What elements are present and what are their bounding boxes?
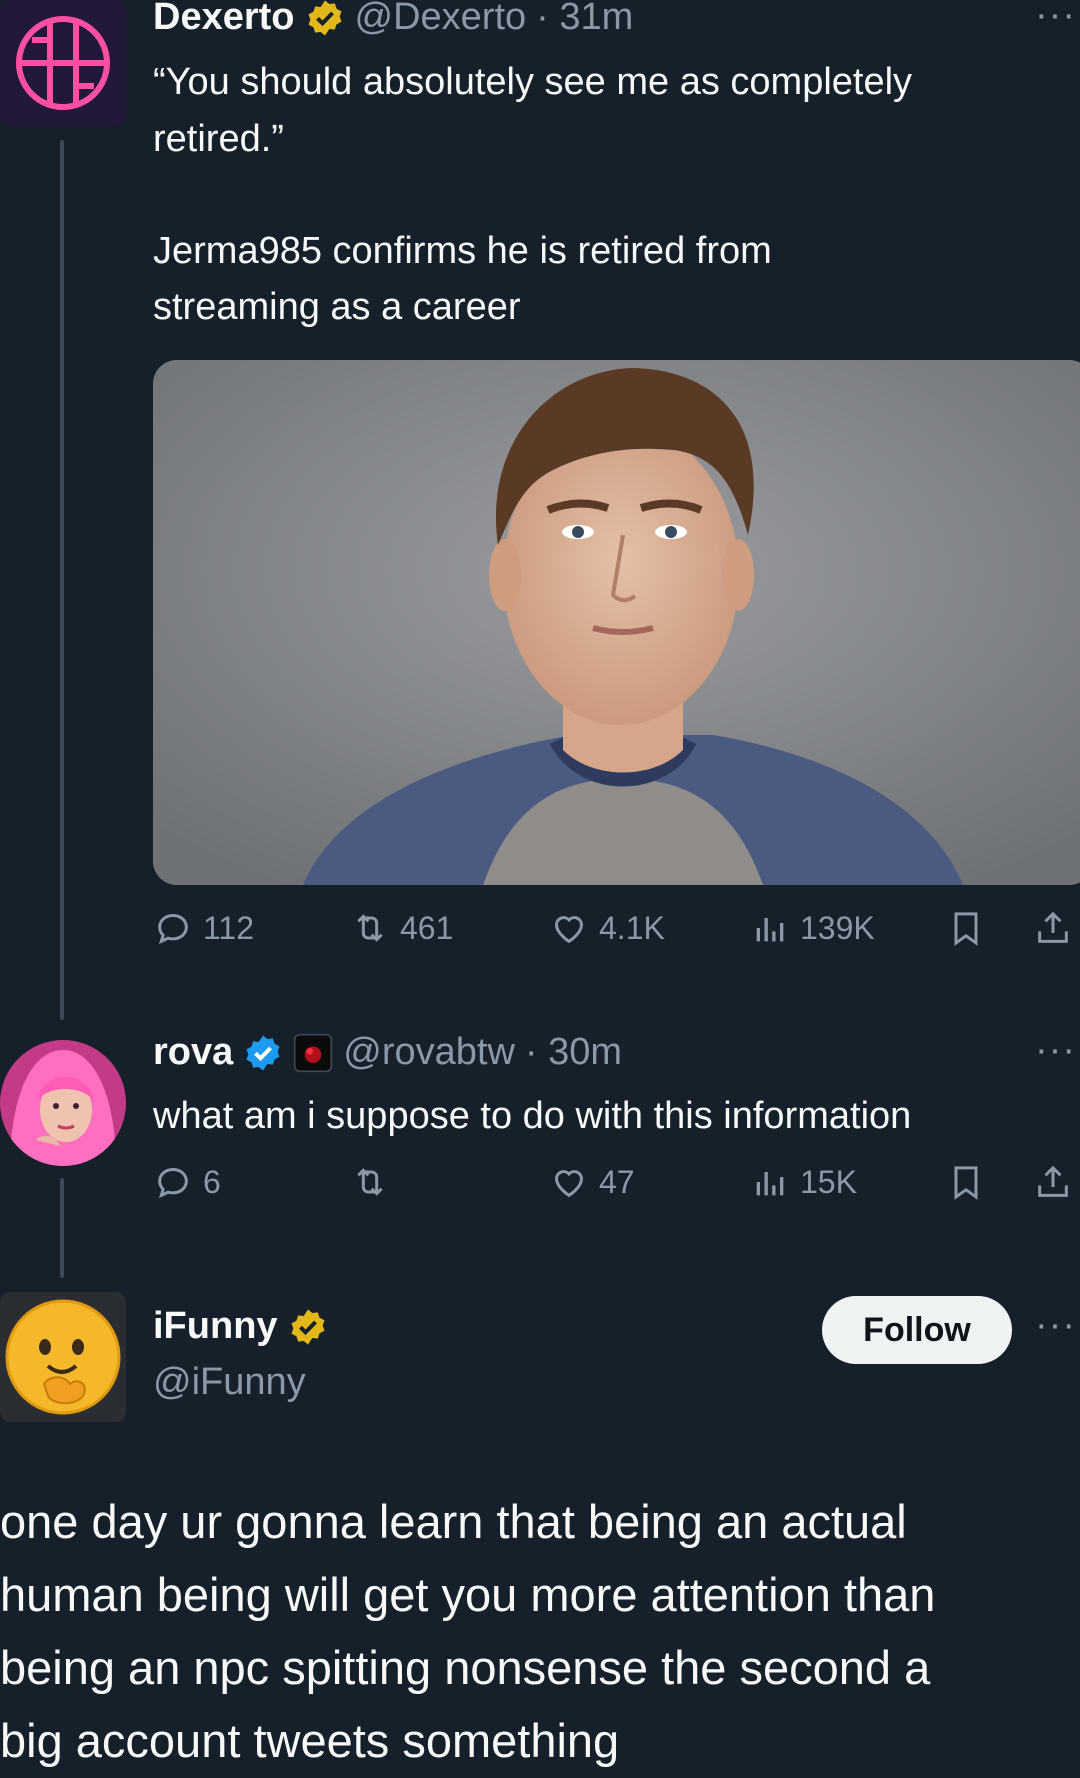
bookmark-button[interactable] (946, 1162, 986, 1202)
reply-button[interactable]: 112 (153, 908, 254, 948)
views-button[interactable]: 15K (750, 1162, 857, 1202)
reply-count: 112 (203, 909, 255, 946)
affiliate-badge-icon (293, 1033, 333, 1073)
repost-icon (357, 1168, 383, 1196)
like-count: 4.1K (599, 909, 665, 946)
tweet2-header: rova @rovabtw · 30m (153, 1031, 622, 1074)
more-icon[interactable]: ··· (1035, 1029, 1076, 1072)
views-count: 139K (800, 909, 875, 946)
views-icon (756, 1172, 784, 1196)
repost-icon (357, 914, 383, 942)
views-count: 15K (800, 1163, 857, 1200)
ifunny-avatar[interactable] (0, 1292, 126, 1422)
share-icon (1038, 1165, 1068, 1197)
dexerto-avatar[interactable] (0, 0, 126, 126)
tweet3-header: iFunny (153, 1305, 328, 1348)
tweet1-text-line2: retired.” (153, 118, 284, 160)
caption-line2: human being will get you more attention … (0, 1568, 936, 1621)
more-icon[interactable]: ··· (1035, 1304, 1076, 1347)
reply-button[interactable]: 6 (153, 1162, 221, 1202)
tweet1-text-line4: streaming as a career (153, 286, 521, 328)
repost-button[interactable]: 461 (350, 908, 453, 948)
tweet2-name[interactable]: rova (153, 1031, 233, 1074)
verified-gold-icon (305, 0, 345, 38)
bookmark-icon (954, 912, 978, 946)
tweet2-time: · 30m (524, 1031, 623, 1073)
bookmark-button[interactable] (946, 908, 986, 948)
tweet1-text-line1: “You should absolutely see me as complet… (153, 61, 913, 103)
thread-line-1 (60, 140, 64, 1020)
tweet1-actions: 112 461 4.1K 139K (153, 908, 1080, 968)
tweet1-time: · 31m (536, 0, 634, 38)
tweet2-handle[interactable]: @rovabtw (343, 1031, 515, 1074)
more-icon[interactable]: ··· (1035, 0, 1076, 37)
follow-button[interactable]: Follow (822, 1296, 1012, 1364)
like-button[interactable]: 4.1K (549, 908, 665, 948)
share-button[interactable] (1033, 1162, 1073, 1202)
like-icon (554, 916, 584, 944)
tweet1-text-line3: Jerma985 confirms he is retired from (153, 230, 772, 272)
reply-icon (158, 1167, 188, 1199)
tweet1-header: Dexerto @Dexerto · 31m (153, 0, 633, 39)
tweet2-text: what am i suppose to do with this inform… (153, 1095, 912, 1137)
tweet1-handle[interactable]: @Dexerto (355, 0, 527, 39)
like-icon (554, 1170, 584, 1198)
verified-blue-icon (243, 1033, 283, 1073)
like-button[interactable]: 47 (549, 1162, 635, 1202)
rova-avatar[interactable] (0, 1040, 126, 1166)
caption-text: one day ur gonna learn that being an act… (0, 1485, 1080, 1777)
like-count: 47 (599, 1163, 635, 1200)
tweet3-handle[interactable]: @iFunny (153, 1361, 306, 1404)
reply-icon (158, 913, 188, 945)
views-button[interactable]: 139K (750, 908, 875, 948)
verified-gold-icon (288, 1307, 328, 1347)
tweet1-photo[interactable] (153, 360, 1080, 885)
views-icon (756, 918, 784, 942)
caption-line3: being an npc spitting nonsense the secon… (0, 1641, 931, 1694)
caption-line1: one day ur gonna learn that being an act… (0, 1495, 907, 1548)
tweet1-name[interactable]: Dexerto (153, 0, 295, 39)
tweet2-actions: 6 47 15K (153, 1162, 1080, 1222)
caption-line4: big account tweets something (0, 1714, 620, 1767)
tweet3-name[interactable]: iFunny (153, 1305, 278, 1348)
bookmark-icon (954, 1166, 978, 1200)
repost-count: 461 (400, 909, 454, 946)
repost-button[interactable] (350, 1162, 400, 1202)
share-button[interactable] (1033, 908, 1073, 948)
reply-count: 6 (203, 1163, 221, 1200)
share-icon (1038, 911, 1068, 943)
thread-line-2 (60, 1178, 64, 1278)
